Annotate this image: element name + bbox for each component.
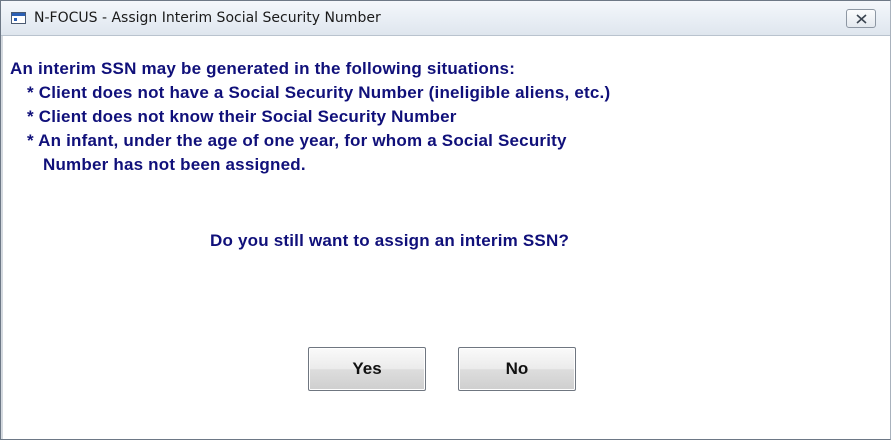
window-app-icon [11,12,26,24]
no-button[interactable]: No [458,347,576,391]
message-bullet: * Client does not know their Social Secu… [27,107,457,126]
message-bullet: * An infant, under the age of one year, … [27,131,567,150]
title-bar: N-FOCUS - Assign Interim Social Security… [1,1,890,36]
dialog-window: N-FOCUS - Assign Interim Social Security… [0,0,891,440]
window-title: N-FOCUS - Assign Interim Social Security… [34,10,381,26]
confirm-question: Do you still want to assign an interim S… [210,231,570,250]
message-intro: An interim SSN may be generated in the f… [10,59,516,78]
close-button[interactable] [846,9,876,28]
yes-button[interactable]: Yes [308,347,426,391]
message-bullet-continuation: Number has not been assigned. [43,155,306,174]
dialog-content: An interim SSN may be generated in the f… [1,36,890,439]
message-bullet: * Client does not have a Social Security… [27,83,611,102]
close-icon [856,14,867,24]
